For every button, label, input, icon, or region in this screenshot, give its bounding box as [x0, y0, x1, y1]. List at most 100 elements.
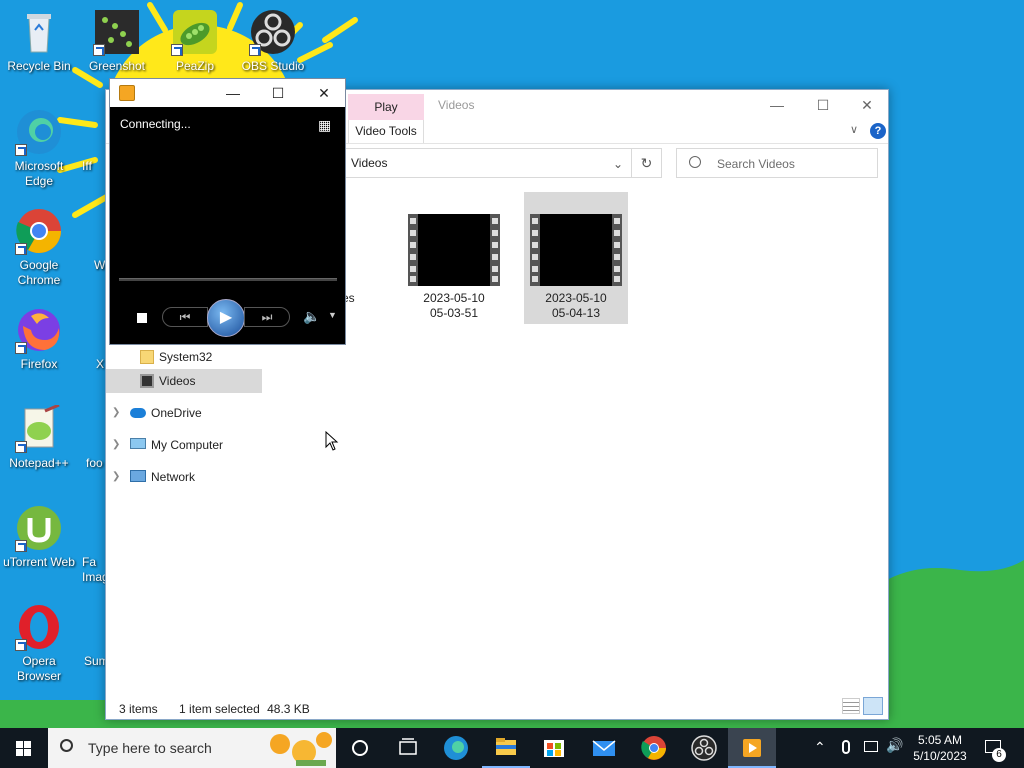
chevron-right-icon[interactable]: ❯	[112, 401, 120, 425]
play-button[interactable]: ▶	[207, 299, 245, 337]
opera-icon	[15, 603, 63, 651]
nav-item-label: Videos	[159, 374, 196, 388]
shortcut-arrow-icon	[15, 243, 27, 255]
desktop-icon-label: uTorrent Web	[3, 555, 75, 569]
video-thumbnail	[530, 214, 622, 286]
file-name-line: 2023-05-10	[545, 291, 607, 305]
video-thumbnail	[408, 214, 500, 286]
desktop-icon-label: Google Chrome	[17, 258, 61, 287]
chevron-right-icon[interactable]: ❯	[112, 465, 120, 489]
shortcut-arrow-icon	[171, 44, 183, 56]
shortcut-arrow-icon	[15, 342, 27, 354]
taskbar-search-placeholder: Type here to search	[88, 740, 212, 756]
search-icon	[60, 739, 73, 752]
shortcut-arrow-icon	[93, 44, 105, 56]
desktop-icon-recycle-bin[interactable]: Recycle Bin	[0, 8, 78, 74]
nav-item-network[interactable]: ❯ Network	[106, 465, 262, 489]
maximize-button[interactable]: ☐	[255, 79, 301, 107]
taskbar-mail[interactable]	[580, 728, 628, 768]
file-name-line: 05-04-13	[551, 306, 601, 320]
close-button[interactable]: ✕	[844, 90, 890, 120]
minimize-button[interactable]: —	[754, 90, 800, 120]
play-context-tab[interactable]: Play	[348, 94, 424, 120]
large-icons-view-icon[interactable]	[863, 697, 883, 715]
taskbar-search-box[interactable]: Type here to search	[48, 728, 336, 768]
desktop-icon-label: Notepad++	[9, 456, 69, 470]
media-player-app-icon	[119, 85, 135, 101]
notification-badge: 6	[992, 748, 1006, 762]
volume-icon[interactable]: 🔈	[303, 308, 320, 325]
desktop-icon-opera-browser[interactable]: Opera Browser	[0, 603, 78, 684]
stop-button[interactable]	[137, 313, 147, 323]
desktop-icon-google-chrome[interactable]: Google Chrome	[0, 207, 78, 288]
switch-to-library-icon[interactable]: ▦	[318, 117, 331, 134]
file-name-line: 05-03-51	[429, 306, 479, 320]
cortana-button[interactable]	[336, 728, 384, 768]
view-switcher	[841, 697, 883, 715]
task-view-button[interactable]	[384, 728, 432, 768]
microphone-icon[interactable]	[842, 740, 850, 754]
taskbar-chrome[interactable]	[630, 728, 678, 768]
maximize-button[interactable]: ☐	[800, 90, 846, 120]
network-tray-icon[interactable]	[864, 741, 878, 752]
nav-item-my-computer[interactable]: ❯ My Computer	[106, 433, 262, 457]
search-placeholder: Search Videos	[717, 157, 795, 171]
desktop-icon-microsoft-edge[interactable]: Microsoft Edge	[0, 108, 78, 189]
chevron-right-icon[interactable]: ❯	[112, 433, 120, 457]
taskbar-obs-studio[interactable]	[680, 728, 728, 768]
file-name: 2023-05-10 05-04-13	[524, 291, 628, 321]
onedrive-icon	[130, 408, 146, 418]
ribbon-expand-icon[interactable]: ∨	[850, 123, 858, 136]
utorrent-icon	[15, 504, 63, 552]
address-bar[interactable]: Videos ⌄	[344, 148, 632, 178]
nav-item-label: Network	[151, 470, 196, 484]
volume-tray-icon[interactable]: 🔊	[886, 737, 903, 754]
desktop-icon-greenshot[interactable]: Greenshot	[78, 8, 156, 74]
action-center-button[interactable]: 6	[976, 728, 1024, 768]
search-box[interactable]: Search Videos	[676, 148, 878, 178]
minimize-button[interactable]: —	[210, 79, 256, 107]
media-player-window[interactable]: — ☐ ✕ Connecting... ▦ ⏮ ▶ ⏭ 🔈 ▼	[109, 78, 346, 345]
video-file-tile-selected[interactable]: 2023-05-10 05-04-13	[524, 192, 628, 324]
system-clock[interactable]: 5:05 AM 5/10/2023	[908, 732, 972, 764]
seek-bar[interactable]	[119, 278, 337, 281]
volume-dropdown-icon[interactable]: ▼	[328, 310, 337, 320]
nav-item-system32[interactable]: System32	[106, 345, 262, 369]
taskbar-file-explorer[interactable]	[482, 728, 530, 768]
nav-item-onedrive[interactable]: ❯ OneDrive	[106, 401, 262, 425]
show-hidden-icons-chevron[interactable]: ⌃	[814, 739, 826, 756]
nav-item-videos[interactable]: Videos	[106, 369, 262, 393]
next-button[interactable]: ⏭	[244, 307, 290, 327]
desktop-icon-utorrent-web[interactable]: uTorrent Web	[0, 504, 78, 570]
player-title-bar[interactable]: — ☐ ✕	[110, 79, 345, 107]
taskbar-microsoft-store[interactable]	[530, 728, 578, 768]
details-view-icon[interactable]	[841, 698, 860, 714]
search-highlight-flowers-icon	[270, 732, 332, 766]
taskbar-edge[interactable]	[432, 728, 480, 768]
start-button[interactable]	[0, 728, 48, 768]
notepad-plus-plus-icon	[15, 403, 63, 453]
chevron-down-icon[interactable]: ⌄	[613, 157, 623, 171]
video-tools-tab[interactable]: Video Tools	[348, 120, 424, 143]
shortcut-arrow-icon	[249, 44, 261, 56]
close-button[interactable]: ✕	[301, 79, 347, 107]
desktop-icon-label: OBS Studio	[241, 59, 305, 73]
greenshot-icon	[93, 8, 141, 56]
desktop-icon-label: Microsoft Edge	[14, 159, 64, 188]
video-file-tile[interactable]: 2023-05-10 05-03-51	[402, 192, 506, 324]
desktop-icon-obs-studio[interactable]: OBS Studio	[234, 8, 312, 74]
shortcut-arrow-icon	[15, 441, 27, 453]
desktop-icon-firefox[interactable]: Firefox	[0, 306, 78, 372]
network-icon	[130, 470, 146, 482]
refresh-button[interactable]: ↻	[632, 148, 662, 178]
previous-button[interactable]: ⏮	[162, 307, 208, 327]
desktop-icon-peazip[interactable]: PeaZip	[156, 8, 234, 74]
desktop-icon-notepad-plus-plus[interactable]: Notepad++	[0, 403, 78, 471]
status-bar: 3 items 1 item selected 48.3 KB	[119, 702, 320, 716]
mouse-cursor	[325, 430, 339, 454]
selection-count: 1 item selected	[179, 702, 260, 716]
taskbar-media-player[interactable]	[728, 728, 776, 768]
nav-item-label: My Computer	[151, 438, 224, 452]
help-icon[interactable]: ?	[870, 123, 886, 139]
desktop-icon-label: PeaZip	[175, 59, 215, 73]
